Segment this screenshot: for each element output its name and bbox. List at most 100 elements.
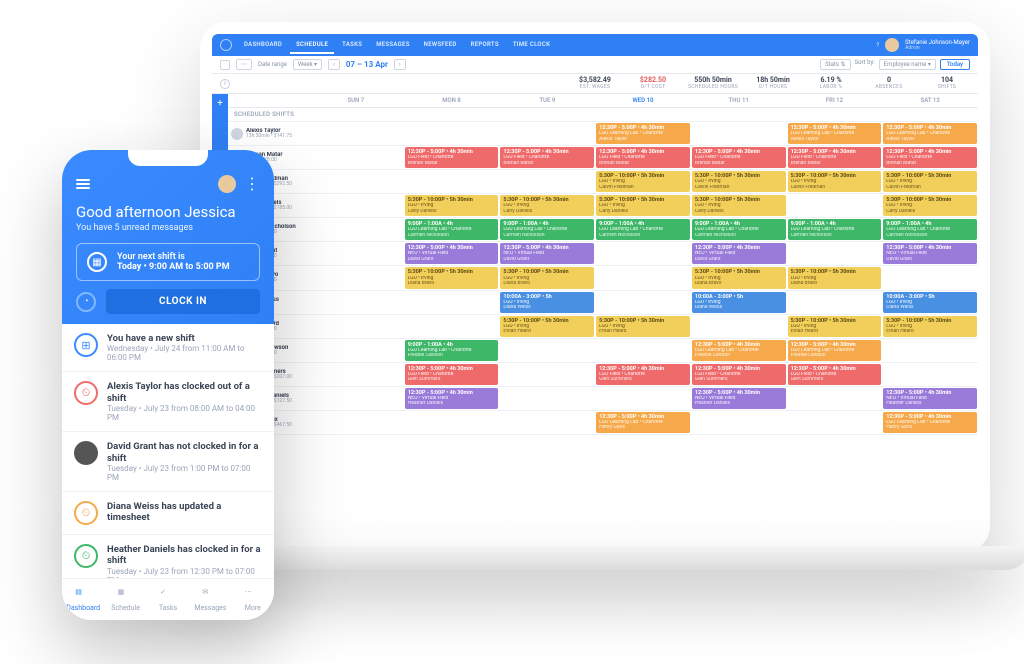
schedule-cell[interactable] [404,122,500,145]
schedule-cell[interactable] [404,291,500,314]
schedule-cell[interactable] [308,218,404,241]
schedule-cell[interactable] [308,291,404,314]
schedule-cell[interactable]: 5:30P - 10:00P • 5h 30minLGU • IrvingCar… [882,194,978,217]
tab-more[interactable]: ⋯More [232,579,274,620]
day-header[interactable]: MON 8 [404,94,500,107]
shift-block[interactable]: 12:30P - 5:00P • 4h 30minLGU Field • Cha… [596,147,690,168]
schedule-cell[interactable] [595,242,691,265]
schedule-cell[interactable] [499,339,595,362]
schedule-cell[interactable]: 5:30P - 10:00P • 5h 30minLGU • IrvingCal… [787,170,883,193]
tab-messages[interactable]: ✉Messages [189,579,231,620]
schedule-cell[interactable] [691,122,787,145]
schedule-cell[interactable] [308,266,404,289]
nav-tab-dashboard[interactable]: DASHBOARD [238,37,288,54]
info-icon[interactable]: i [220,79,230,89]
day-header[interactable]: SUN 7 [308,94,404,107]
schedule-cell[interactable] [308,146,404,169]
schedule-cell[interactable] [308,315,404,338]
schedule-cell[interactable] [882,339,978,362]
schedule-cell[interactable]: 5:30P - 10:00P • 5h 30minLGU • IrvingCar… [595,194,691,217]
schedule-cell[interactable] [308,339,404,362]
shift-block[interactable]: 5:30P - 10:00P • 5h 30minLGU • IrvingDia… [788,267,882,288]
schedule-cell[interactable]: 12:30P - 5:00P • 4h 30minLGU Field • Cha… [787,146,883,169]
schedule-cell[interactable]: 5:30P - 10:00P • 5h 30minLGU • IrvingCal… [882,170,978,193]
shift-block[interactable]: 9:00P - 1:00A • 4hLGU Learning Lab • Cha… [405,340,499,361]
shift-block[interactable]: 12:30P - 5:00P • 4h 30minLGU Field • Cha… [788,147,882,168]
schedule-cell[interactable]: 5:30P - 10:00P • 5h 30minLGU • IrvingCar… [691,194,787,217]
schedule-cell[interactable] [308,122,404,145]
day-header[interactable]: WED 10 [595,94,691,107]
shift-block[interactable]: 5:30P - 10:00P • 5h 30minLGU • IrvingCar… [692,195,786,216]
schedule-cell[interactable]: 12:30P - 5:00P • 4h 30minNEO • Virtual F… [404,387,500,410]
schedule-cell[interactable] [787,387,883,410]
shift-block[interactable]: 9:00P - 1:00A • 4hLGU Learning Lab • Cha… [692,219,786,240]
shift-block[interactable]: 5:30P - 10:00P • 5h 30minLGU • IrvingCar… [405,195,499,216]
schedule-cell[interactable]: 5:30P - 10:00P • 5h 30minLGU • IrvingCar… [499,194,595,217]
shift-block[interactable]: 12:30P - 5:00P • 4h 30minNEO • Virtual F… [692,388,786,409]
schedule-cell[interactable]: 5:30P - 10:00P • 5h 30minLGU • IrvingEth… [787,315,883,338]
day-header[interactable]: THU 11 [691,94,787,107]
shift-block[interactable]: 12:30P - 5:00P • 4h 30minLGU Field • Cha… [883,147,977,168]
unread-messages[interactable]: You have 5 unread messages [76,223,260,233]
schedule-cell[interactable] [308,170,404,193]
shift-block[interactable]: 5:30P - 10:00P • 5h 30minLGU • IrvingCar… [883,195,977,216]
shift-block[interactable]: 12:30P - 5:00P • 4h 30minLGU Field • Cha… [405,147,499,168]
schedule-cell[interactable] [595,291,691,314]
shift-block[interactable]: 10:00A - 3:00P • 5hLGU • IrvingDiana Wei… [500,292,594,313]
shift-block[interactable]: 5:30P - 10:00P • 5h 30minLGU • IrvingDia… [692,267,786,288]
schedule-cell[interactable]: 10:00A - 3:00P • 5hLGU • IrvingDiana Wei… [691,291,787,314]
shift-block[interactable]: 5:30P - 10:00P • 5h 30minLGU • IrvingCal… [788,171,882,192]
schedule-cell[interactable] [787,291,883,314]
schedule-cell[interactable]: 12:30P - 5:00P • 4h 30minLGU Field • Cha… [595,363,691,386]
schedule-cell[interactable]: 10:00A - 3:00P • 5hLGU • IrvingDiana Wei… [882,291,978,314]
shift-block[interactable]: 5:30P - 10:00P • 5h 30minLGU • IrvingCal… [692,171,786,192]
schedule-cell[interactable]: 12:30P - 5:00P • 4h 30minLGU Field • Cha… [404,363,500,386]
shift-block[interactable]: 9:00P - 1:00A • 4hLGU Learning Lab • Cha… [883,219,977,240]
schedule-cell[interactable] [404,170,500,193]
schedule-cell[interactable]: 12:30P - 5:00P • 4h 30minLGU Field • Cha… [499,146,595,169]
nav-tab-tasks[interactable]: TASKS [336,37,368,54]
schedule-cell[interactable] [499,122,595,145]
employee-cell[interactable]: Alexis Taylor13h 30min • $141.75 [228,122,308,145]
shift-block[interactable]: 5:30P - 10:00P • 5h 30minLGU • IrvingDia… [500,267,594,288]
schedule-cell[interactable]: 5:30P - 10:00P • 5h 30minLGU • IrvingCar… [404,194,500,217]
schedule-cell[interactable]: 12:30P - 5:00P • 4h 30minLGU Field • Cha… [404,146,500,169]
shift-block[interactable]: 12:30P - 5:00P • 4h 30minNEO • Virtual F… [405,243,499,264]
schedule-cell[interactable] [499,411,595,434]
shift-block[interactable]: 5:30P - 10:00P • 5h 30minLGU • IrvingEth… [596,316,690,337]
schedule-cell[interactable]: 5:30P - 10:00P • 5h 30minLGU • IrvingDia… [499,266,595,289]
nav-tab-time-clock[interactable]: TIME CLOCK [507,37,556,54]
next-shift-card[interactable]: ▦ Your next shift is Today • 9:00 AM to … [76,243,260,281]
schedule-cell[interactable]: 12:30P - 5:00P • 4h 30minNEO • Virtual F… [404,242,500,265]
shift-block[interactable]: 5:30P - 10:00P • 5h 30minLGU • IrvingEth… [500,316,594,337]
schedule-cell[interactable]: 12:30P - 5:00P • 4h 30minLGU Learning La… [691,339,787,362]
stats-toggle[interactable]: Stats ⇅ [820,59,850,70]
schedule-cell[interactable]: 12:30P - 5:00P • 4h 30minLGU Learning La… [882,122,978,145]
schedule-cell[interactable]: 12:30P - 5:00P • 4h 30minNEO • Virtual F… [882,387,978,410]
toolbar-menu[interactable]: ⋯ [236,59,252,70]
schedule-cell[interactable] [595,339,691,362]
prev-range-button[interactable]: ‹ [328,59,340,70]
shift-block[interactable]: 12:30P - 5:00P • 4h 30minNEO • Virtual F… [883,243,977,264]
menu-icon[interactable] [76,177,90,191]
schedule-cell[interactable]: 9:00P - 1:00A • 4hLGU Learning Lab • Cha… [882,218,978,241]
nav-tab-schedule[interactable]: SCHEDULE [290,37,334,54]
schedule-cell[interactable]: 9:00P - 1:00A • 4hLGU Learning Lab • Cha… [404,339,500,362]
feed-item[interactable]: ⏲Alexis Taylor has clocked out of a shif… [62,372,274,432]
schedule-cell[interactable] [787,411,883,434]
feed-item[interactable]: ⊞You have a new shiftWednesday • July 24… [62,324,274,372]
day-header[interactable]: SAT 13 [882,94,978,107]
shift-block[interactable]: 12:30P - 5:00P • 4h 30minLGU Field • Cha… [500,147,594,168]
schedule-cell[interactable] [308,411,404,434]
shift-block[interactable]: 5:30P - 10:00P • 5h 30minLGU • IrvingCar… [500,195,594,216]
day-header[interactable]: TUE 9 [499,94,595,107]
mobile-avatar[interactable] [218,175,236,193]
schedule-cell[interactable]: 9:00P - 1:00A • 4hLGU Learning Lab • Cha… [499,218,595,241]
schedule-cell[interactable]: 12:30P - 5:00P • 4h 30minLGU Learning La… [787,122,883,145]
schedule-cell[interactable] [499,170,595,193]
schedule-cell[interactable]: 12:30P - 5:00P • 4h 30minLGU Field • Cha… [691,146,787,169]
shift-block[interactable]: 5:30P - 10:00P • 5h 30minLGU • IrvingCar… [596,195,690,216]
shift-block[interactable]: 12:30P - 5:00P • 4h 30minLGU Learning La… [692,340,786,361]
schedule-cell[interactable]: 9:00P - 1:00A • 4hLGU Learning Lab • Cha… [787,218,883,241]
schedule-cell[interactable]: 12:30P - 5:00P • 4h 30minLGU Learning La… [595,411,691,434]
